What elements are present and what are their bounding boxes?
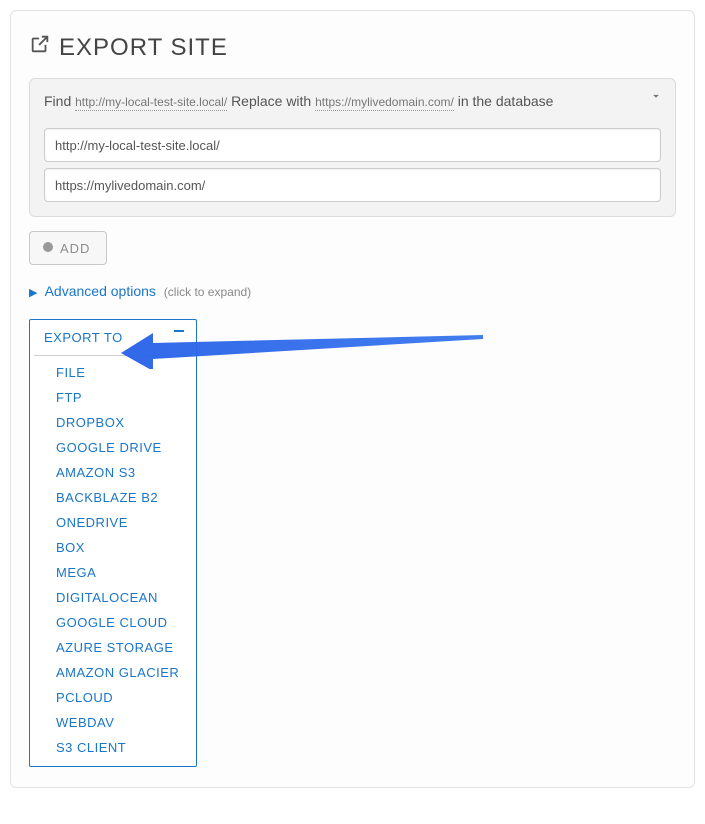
chevron-down-icon — [649, 90, 663, 106]
advanced-options-label: Advanced options — [45, 283, 156, 299]
export-destination-item[interactable]: DROPBOX — [30, 410, 196, 435]
page-title-text: EXPORT SITE — [59, 34, 228, 62]
export-destination-item[interactable]: AZURE STORAGE — [30, 635, 196, 660]
summary-suffix: in the database — [458, 93, 554, 109]
export-destination-item[interactable]: BACKBLAZE B2 — [30, 485, 196, 510]
export-destination-item[interactable]: AMAZON S3 — [30, 460, 196, 485]
plus-icon — [42, 241, 54, 256]
find-label: Find — [44, 93, 71, 109]
export-destination-item[interactable]: MEGA — [30, 560, 196, 585]
export-destination-item[interactable]: GOOGLE CLOUD — [30, 610, 196, 635]
export-destination-item[interactable]: BOX — [30, 535, 196, 560]
export-to-dropdown: EXPORT TO FILEFTPDROPBOXGOOGLE DRIVEAMAZ… — [29, 319, 197, 767]
advanced-options-hint: (click to expand) — [164, 285, 251, 299]
export-to-header[interactable]: EXPORT TO — [30, 320, 196, 355]
export-destination-item[interactable]: WEBDAV — [30, 710, 196, 735]
page-title: EXPORT SITE — [29, 33, 676, 62]
export-destination-item[interactable]: ONEDRIVE — [30, 510, 196, 535]
collapse-toggle[interactable] — [649, 89, 663, 106]
triangle-right-icon: ▶ — [29, 286, 37, 299]
export-destination-item[interactable]: AMAZON GLACIER — [30, 660, 196, 685]
export-destination-item[interactable]: S3 CLIENT — [30, 735, 196, 760]
export-destination-list: FILEFTPDROPBOXGOOGLE DRIVEAMAZON S3BACKB… — [30, 356, 196, 766]
export-to-wrap: EXPORT TO FILEFTPDROPBOXGOOGLE DRIVEAMAZ… — [29, 319, 676, 767]
find-url-token: http://my-local-test-site.local/ — [75, 95, 227, 111]
export-destination-item[interactable]: DIGITALOCEAN — [30, 585, 196, 610]
replace-url-token: https://mylivedomain.com/ — [315, 95, 454, 111]
export-destination-item[interactable]: GOOGLE DRIVE — [30, 435, 196, 460]
advanced-options-row[interactable]: ▶ Advanced options (click to expand) — [29, 283, 676, 299]
export-destination-item[interactable]: FTP — [30, 385, 196, 410]
export-site-panel: EXPORT SITE Find http://my-local-test-si… — [10, 10, 695, 788]
add-button[interactable]: ADD — [29, 231, 107, 265]
find-input[interactable] — [44, 128, 661, 162]
export-icon — [29, 33, 51, 62]
add-button-label: ADD — [60, 241, 90, 256]
find-replace-box: Find http://my-local-test-site.local/ Re… — [29, 78, 676, 217]
export-destination-item[interactable]: FILE — [30, 360, 196, 385]
replace-input[interactable] — [44, 168, 661, 202]
find-replace-summary: Find http://my-local-test-site.local/ Re… — [44, 91, 661, 112]
export-destination-item[interactable]: PCLOUD — [30, 685, 196, 710]
minus-icon — [174, 330, 184, 332]
replace-label: Replace with — [231, 93, 311, 109]
export-to-label: EXPORT TO — [44, 330, 123, 345]
